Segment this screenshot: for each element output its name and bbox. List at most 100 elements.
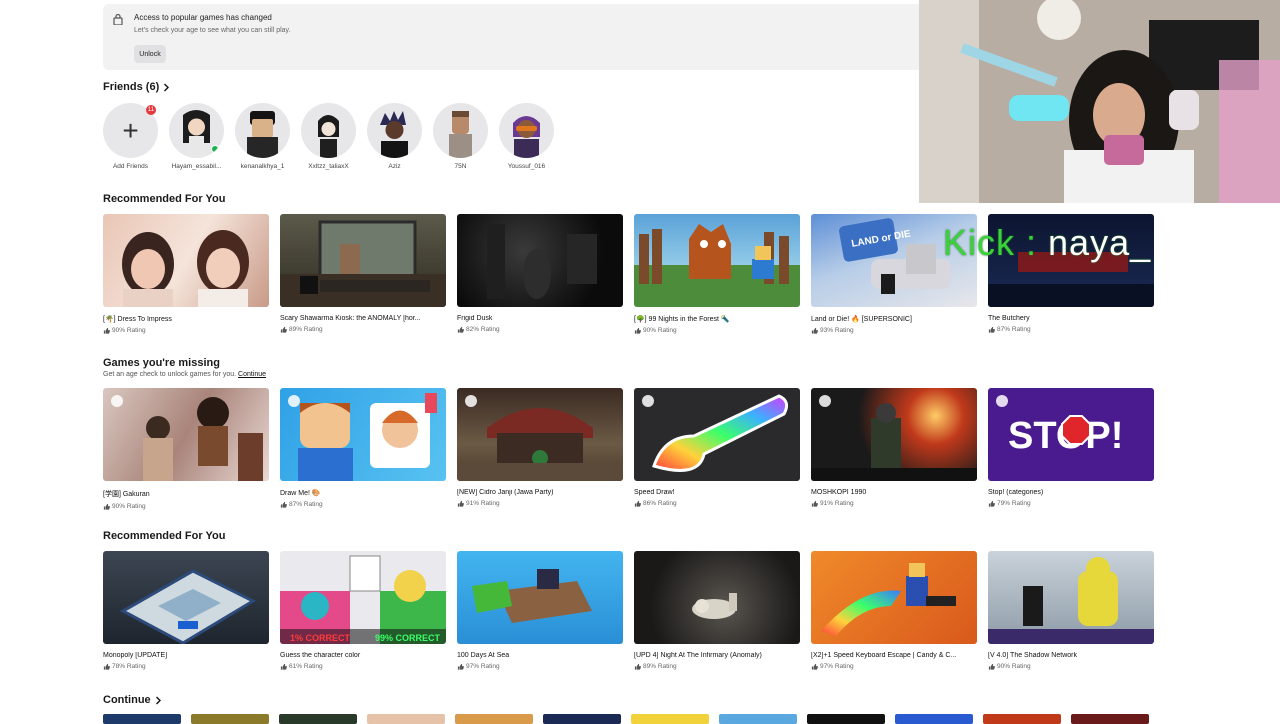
game-thumbnail[interactable]: [807, 714, 885, 724]
game-thumbnail[interactable]: [983, 714, 1061, 724]
friend-item[interactable]: Xxltzz_taliaxX: [301, 103, 356, 170]
game-rating: 61% Rating: [280, 663, 446, 670]
game-title: Guess the character color: [280, 652, 361, 659]
game-title: [X2]+1 Speed Keyboard Escape | Candy & C…: [811, 652, 957, 659]
game-rating: 82% Rating: [457, 326, 623, 333]
game-card[interactable]: [NEW] Cidro Janji (Jawa Party) 91% Ratin…: [457, 388, 623, 510]
game-title: Scary Shawarma Kiosk: the ANOMALY [hor..…: [280, 315, 421, 322]
game-card[interactable]: Scary Shawarma Kiosk: the ANOMALY [hor..…: [280, 214, 446, 334]
game-rating: 89% Rating: [634, 663, 800, 670]
friend-item[interactable]: Hayam_essabil...: [169, 103, 224, 170]
continue-link[interactable]: Continue: [238, 371, 266, 378]
game-title: Draw Me! 🎨: [280, 490, 321, 497]
game-rating: 90% Rating: [103, 503, 269, 510]
game-thumbnail: [811, 551, 977, 644]
game-thumbnail[interactable]: [279, 714, 357, 724]
game-thumbnail[interactable]: [543, 714, 621, 724]
game-title: Land or Die! 🔥 [SUPERSONIC]: [811, 316, 912, 323]
avatar: [499, 103, 554, 158]
game-thumbnail: [457, 214, 623, 307]
game-title: The Butchery: [988, 315, 1030, 322]
game-thumbnail[interactable]: [455, 714, 533, 724]
game-rating: 93% Rating: [811, 327, 977, 334]
game-card[interactable]: [X2]+1 Speed Keyboard Escape | Candy & C…: [811, 551, 977, 670]
game-thumbnail[interactable]: [895, 714, 973, 724]
game-card[interactable]: [UPD 4] Night At The Infirmary (Anomaly)…: [634, 551, 800, 670]
game-card[interactable]: [🌴] Dress To Impress 90% Rating: [103, 214, 269, 334]
thumbs-up-icon: [634, 500, 641, 507]
game-card[interactable]: MOSHKOPI 1990 91% Rating: [811, 388, 977, 510]
game-thumbnail[interactable]: [367, 714, 445, 724]
game-card[interactable]: Monopoly [UPDATE] 78% Rating: [103, 551, 269, 670]
game-title: [🌳] 99 Nights in the Forest 🔦: [634, 316, 730, 323]
add-friends-button[interactable]: + 11 Add Friends: [103, 103, 158, 170]
rating-text: 87% Rating: [289, 501, 323, 508]
game-card[interactable]: [学園] Gakuran 90% Rating: [103, 388, 269, 510]
thumbs-up-icon: [280, 663, 287, 670]
kick-prefix: Kick :: [943, 222, 1038, 263]
game-thumbnail: STOP!: [988, 388, 1154, 481]
game-thumbnail[interactable]: [103, 714, 181, 724]
game-thumbnail: [457, 388, 623, 481]
game-rating: 91% Rating: [457, 500, 623, 507]
rating-text: 61% Rating: [289, 663, 323, 670]
game-thumbnail: [811, 388, 977, 481]
rating-text: 90% Rating: [112, 503, 146, 510]
game-thumbnail: [634, 551, 800, 644]
game-card[interactable]: [V 4.0] The Shadow Network 90% Rating: [988, 551, 1154, 670]
game-title: MOSHKOPI 1990: [811, 489, 867, 496]
rating-text: 90% Rating: [643, 327, 677, 334]
game-title: [学園] Gakuran: [103, 491, 150, 498]
game-thumbnail: [280, 214, 446, 307]
game-card[interactable]: 1% CORRECT 99% CORRECT Guess the characte…: [280, 551, 446, 670]
rating-text: 89% Rating: [643, 663, 677, 670]
lock-icon: [642, 395, 654, 407]
game-card[interactable]: Frigid Dusk 82% Rating: [457, 214, 623, 334]
friends-header-link[interactable]: Friends (6): [103, 81, 170, 93]
section-subtitle: Get an age check to unlock games for you…: [103, 371, 266, 378]
friend-name: 75N: [454, 163, 467, 170]
game-thumbnail: [457, 551, 623, 644]
game-thumbnail[interactable]: [1071, 714, 1149, 724]
game-rating: 91% Rating: [811, 500, 977, 507]
game-rating: 87% Rating: [280, 501, 446, 508]
add-friends-label: Add Friends: [112, 163, 149, 170]
thumbs-up-icon: [280, 501, 287, 508]
game-card[interactable]: Speed Draw! 86% Rating: [634, 388, 800, 510]
game-thumbnail: 1% CORRECT 99% CORRECT: [280, 551, 446, 644]
thumbs-up-icon: [988, 663, 995, 670]
game-thumbnail[interactable]: [191, 714, 269, 724]
game-card[interactable]: Draw Me! 🎨 87% Rating: [280, 388, 446, 510]
plus-icon: + 11: [103, 103, 158, 158]
rating-text: 90% Rating: [112, 327, 146, 334]
friends-list: + 11 Add Friends Hayam_essabil... kenana…: [103, 103, 554, 170]
unlock-button[interactable]: Unlock: [134, 45, 166, 63]
friend-item[interactable]: kenanalkhya_1: [235, 103, 290, 170]
game-card[interactable]: [🌳] 99 Nights in the Forest 🔦 90% Rating: [634, 214, 800, 334]
rating-text: 89% Rating: [289, 326, 323, 333]
game-card[interactable]: STOP! Stop! (categories) 79% Rating: [988, 388, 1154, 510]
friends-header: Friends (6): [103, 81, 160, 93]
thumbs-up-icon: [634, 663, 641, 670]
lock-icon: [819, 395, 831, 407]
rating-text: 82% Rating: [466, 326, 500, 333]
lock-icon: [113, 13, 123, 25]
friend-item[interactable]: 75N: [433, 103, 488, 170]
thumbs-up-icon: [811, 327, 818, 334]
friend-item[interactable]: Youssuf_016: [499, 103, 554, 170]
game-thumbnail[interactable]: [631, 714, 709, 724]
continue-row: [103, 714, 1149, 724]
continue-header-link[interactable]: Continue: [103, 694, 162, 706]
game-thumbnail[interactable]: [719, 714, 797, 724]
thumbs-up-icon: [457, 500, 464, 507]
game-rating: 86% Rating: [634, 500, 800, 507]
friend-name: Aziz: [388, 163, 401, 170]
avatar: [367, 103, 422, 158]
chevron-right-icon: [155, 696, 161, 704]
game-thumbnail: [103, 214, 269, 307]
lock-icon: [288, 395, 300, 407]
online-indicator: [211, 145, 219, 153]
notification-badge: 11: [146, 105, 156, 115]
game-card[interactable]: 100 Days At Sea 97% Rating: [457, 551, 623, 670]
friend-item[interactable]: Aziz: [367, 103, 422, 170]
